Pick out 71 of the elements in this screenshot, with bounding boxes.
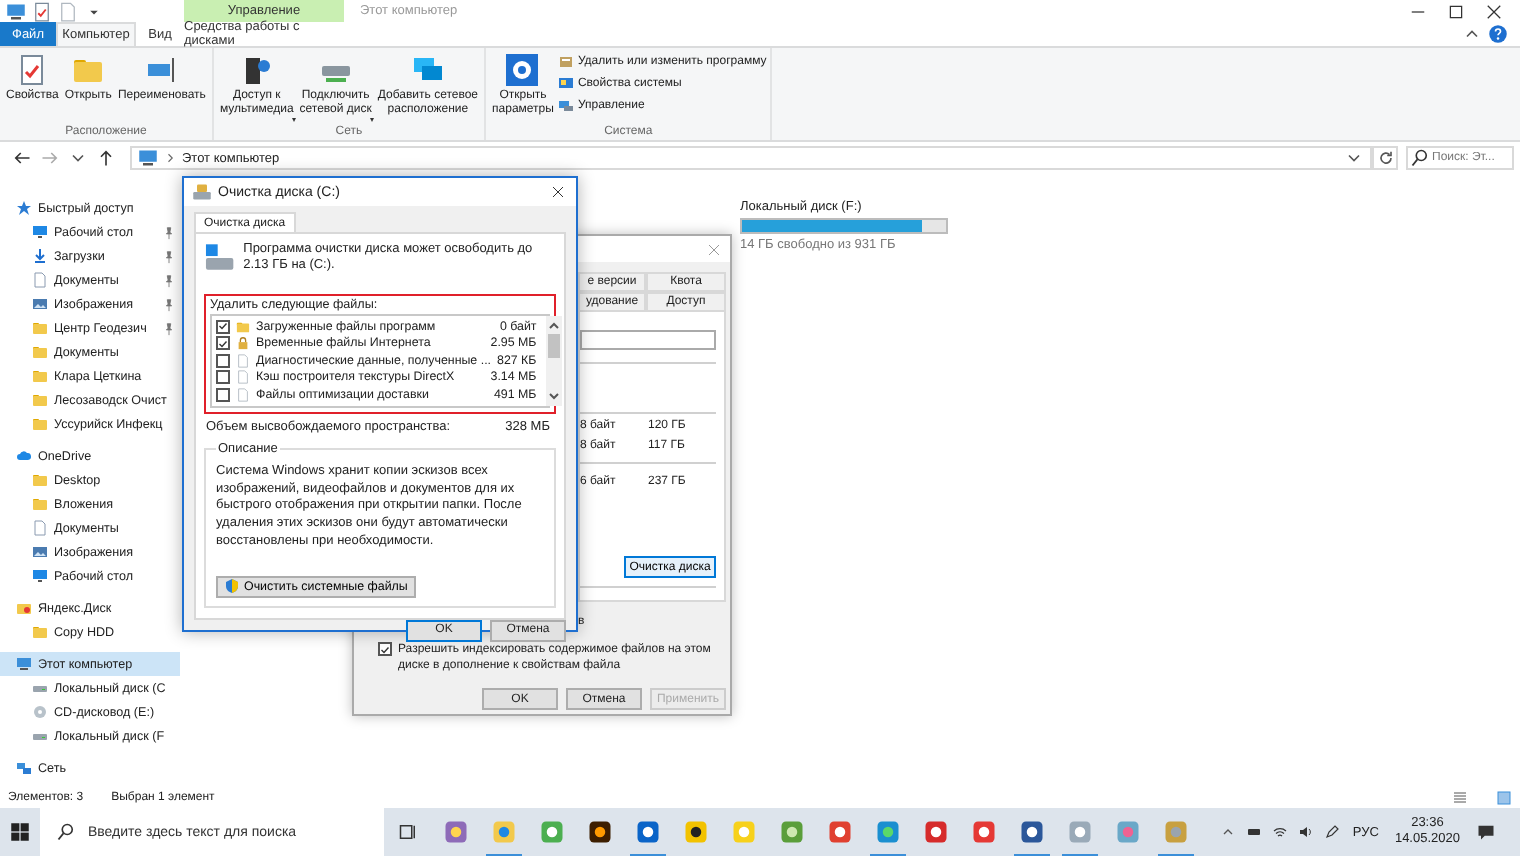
back-icon[interactable]: [12, 148, 32, 168]
name-field[interactable]: [580, 330, 716, 350]
app-icon[interactable]: [588, 820, 612, 844]
box-icon: [557, 54, 574, 70]
app-icon[interactable]: [684, 820, 708, 844]
search-icon: [56, 822, 76, 842]
image-icon: [32, 296, 48, 312]
folder-icon: [32, 496, 48, 512]
image-icon: [32, 544, 48, 560]
drive-icon: [204, 242, 236, 274]
folder-icon: [32, 392, 48, 408]
gear-icon: [506, 54, 539, 86]
folder-icon: [32, 320, 48, 336]
lock-icon: [236, 336, 250, 351]
folder-icon: [32, 416, 48, 432]
search-icon: [1410, 148, 1430, 168]
drive-icon: [32, 728, 48, 744]
folder-icon: [32, 344, 48, 360]
media-server-icon: [240, 54, 273, 86]
pen-icon[interactable]: [1324, 824, 1341, 840]
monitor-icon: [32, 224, 48, 240]
checkbox[interactable]: [216, 370, 230, 385]
drive-icon: [32, 680, 48, 696]
tiles-view-icon[interactable]: [1496, 789, 1512, 805]
folder-icon: [32, 368, 48, 384]
notification-icon[interactable]: [1476, 822, 1496, 842]
cloud-icon: [16, 448, 32, 464]
checkbox[interactable]: [378, 642, 392, 656]
folder-icon: [32, 472, 48, 488]
star-icon: [16, 200, 32, 216]
up-icon[interactable]: [96, 148, 116, 168]
computer-icon: [557, 98, 574, 114]
chevron-icon[interactable]: [1220, 824, 1237, 840]
checkbox[interactable]: [216, 353, 230, 368]
shield-icon: [224, 578, 240, 595]
checkbox[interactable]: [216, 319, 230, 334]
rename-icon: [145, 54, 178, 86]
monitors-icon: [411, 54, 444, 86]
download-icon: [32, 248, 48, 264]
wifi-icon[interactable]: [1272, 824, 1289, 840]
volume-icon[interactable]: [1298, 824, 1315, 840]
document-icon: [32, 272, 48, 288]
app-icon[interactable]: [1020, 820, 1044, 844]
refresh-button[interactable]: [1372, 146, 1398, 170]
document-icon: [16, 54, 49, 86]
document-icon: [32, 520, 48, 536]
folder-icon: [72, 54, 105, 86]
battery-icon[interactable]: [1246, 824, 1263, 840]
windows-icon: [10, 822, 30, 842]
folder-icon: [16, 600, 32, 616]
computer-icon: [138, 148, 158, 168]
task-view-icon: [398, 822, 418, 842]
monitor-icon: [32, 568, 48, 584]
disc-icon: [32, 704, 48, 720]
system-icon: [557, 76, 574, 92]
scrollbar[interactable]: [546, 315, 563, 406]
computer-icon: [16, 656, 32, 672]
folder-icon: [236, 319, 250, 334]
folder-icon: [32, 624, 48, 640]
app-icon[interactable]: [636, 820, 660, 844]
close-icon[interactable]: [1484, 1, 1504, 21]
computer-icon: [6, 1, 26, 21]
checkbox[interactable]: [216, 336, 230, 351]
network-icon: [16, 760, 32, 776]
refresh-icon: [1375, 148, 1395, 168]
maximize-icon[interactable]: [1446, 1, 1466, 21]
checkbox[interactable]: [216, 388, 230, 403]
help-icon[interactable]: [1488, 24, 1508, 44]
chevron-icon: [164, 152, 176, 164]
disk-cleanup-icon: [192, 182, 212, 202]
close-icon[interactable]: [550, 184, 566, 200]
